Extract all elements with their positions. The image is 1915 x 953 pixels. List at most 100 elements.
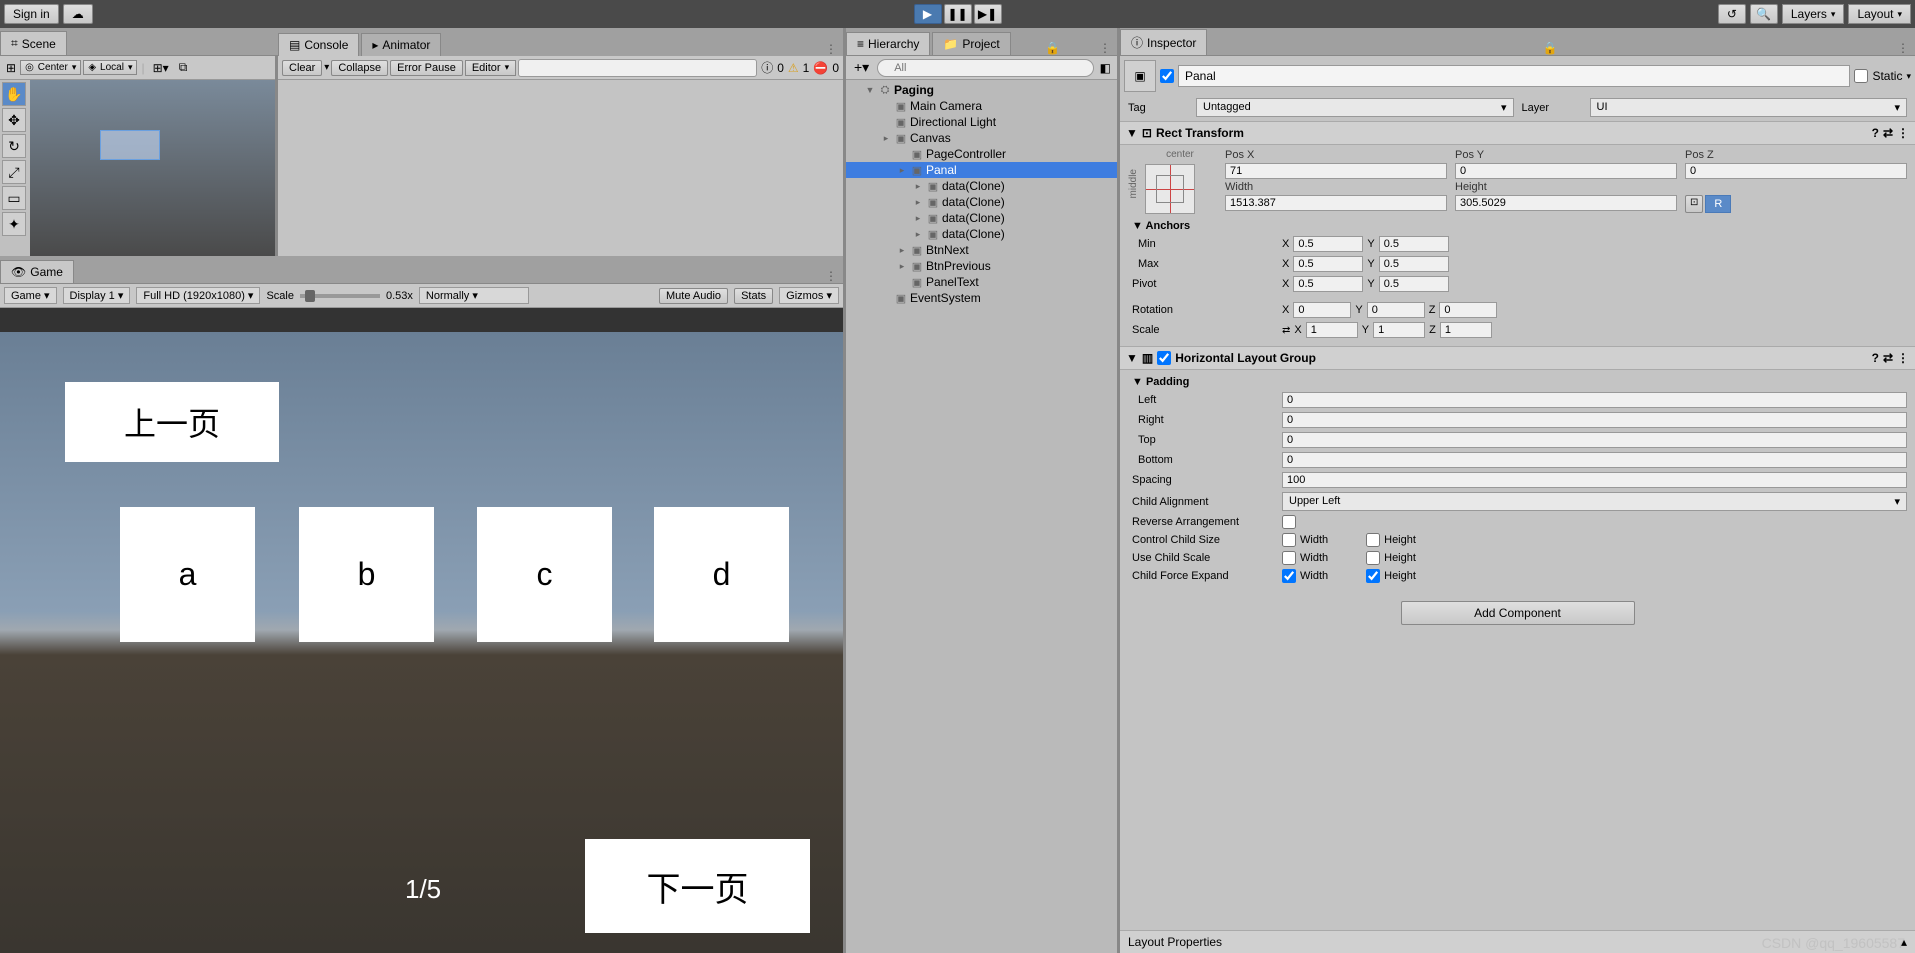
layout-dropdown[interactable]: Layout [1848,4,1911,24]
console-collapse-button[interactable]: Collapse [331,60,388,76]
preset-icon[interactable]: ⇄ [1883,126,1893,140]
usescale-width-checkbox[interactable] [1282,551,1296,565]
pause-button[interactable]: ❚❚ [944,4,972,24]
hierarchy-item[interactable]: ▣Main Camera [846,98,1117,114]
rotate-tool[interactable]: ↻ [2,134,26,158]
constrain-scale-icon[interactable]: ⇄ [1282,325,1290,336]
component-foldout-icon[interactable]: ▼ [1126,351,1138,365]
undo-history-button[interactable]: ↺ [1718,4,1746,24]
game-panel-menu[interactable]: ⋮ [819,269,843,283]
snap-icon[interactable]: ⧉ [175,60,192,75]
padding-left[interactable] [1282,392,1907,408]
hierarchy-item[interactable]: ▸▣BtnPrevious [846,258,1117,274]
component-foldout-icon[interactable]: ▼ [1126,126,1138,140]
anchor-preset-button[interactable] [1145,164,1195,214]
tab-inspector[interactable]: ⓘInspector [1120,29,1207,55]
hierarchy-panel-menu[interactable]: ⋮ [1093,41,1117,55]
ctrl-width-checkbox[interactable] [1282,533,1296,547]
console-editor-dropdown[interactable]: Editor [465,60,516,76]
hand-tool[interactable]: ✋ [2,82,26,106]
ctrl-height-checkbox[interactable] [1366,533,1380,547]
display-dropdown[interactable]: Display 1 ▾ [63,287,131,304]
draw-mode-icon[interactable]: ⊞ [4,61,18,75]
raw-edit-button[interactable]: R [1705,195,1731,213]
hierarchy-item[interactable]: ▸▣data(Clone) [846,210,1117,226]
error-icon[interactable]: ⛔ [811,61,830,75]
game-dropdown[interactable]: Game ▾ [4,287,57,304]
child-alignment-dropdown[interactable]: Upper Left▾ [1282,492,1907,511]
mute-audio-button[interactable]: Mute Audio [659,288,728,304]
resolution-dropdown[interactable]: Full HD (1920x1080) ▾ [136,287,260,304]
console-errorpause-button[interactable]: Error Pause [390,60,463,76]
height-field[interactable] [1455,195,1677,211]
gameobject-active-checkbox[interactable] [1160,69,1174,83]
hierarchy-item[interactable]: ▸▣Canvas [846,130,1117,146]
pivot-rotation-dropdown[interactable]: ◈Local [83,60,137,75]
padding-bottom[interactable] [1282,452,1907,468]
posy-field[interactable] [1455,163,1677,179]
scene-root[interactable]: ▼⛭Paging [846,82,1117,98]
rot-z[interactable] [1439,302,1497,318]
help-icon[interactable]: ? [1872,351,1879,365]
rot-y[interactable] [1367,302,1425,318]
anchor-min-x[interactable] [1293,236,1363,252]
layer-dropdown[interactable]: UI ▾ [1590,98,1908,117]
cloud-button[interactable]: ☁ [63,4,93,24]
scale-slider[interactable] [300,294,380,298]
hierarchy-item[interactable]: ▸▣data(Clone) [846,178,1117,194]
console-search-input[interactable] [518,59,757,77]
focus-mode-dropdown[interactable]: Normally ▾ [419,287,529,304]
hierarchy-item[interactable]: ▣Directional Light [846,114,1117,130]
pivot-y[interactable] [1379,276,1449,292]
transform-tool[interactable]: ✦ [2,212,26,236]
hierarchy-filter-icon[interactable]: ◧ [1096,61,1115,75]
tab-game[interactable]: 👁Game [0,260,74,283]
hierarchy-item[interactable]: ▸▣Panal [846,162,1117,178]
posx-field[interactable] [1225,163,1447,179]
rot-x[interactable] [1293,302,1351,318]
tab-hierarchy[interactable]: ≡Hierarchy [846,32,930,55]
pivot-x[interactable] [1293,276,1363,292]
scale-x[interactable] [1306,322,1358,338]
step-button[interactable]: ▶❚ [974,4,1002,24]
hierarchy-item[interactable]: ▣EventSystem [846,290,1117,306]
hierarchy-item[interactable]: ▣PageController [846,146,1117,162]
scale-y[interactable] [1373,322,1425,338]
expand-height-checkbox[interactable] [1366,569,1380,583]
info-icon[interactable]: ⓘ [759,59,775,76]
padding-top[interactable] [1282,432,1907,448]
component-menu-icon[interactable]: ⋮ [1897,126,1909,140]
layers-dropdown[interactable]: Layers [1782,4,1845,24]
hierarchy-lock-icon[interactable]: 🔒 [1039,41,1066,55]
tab-scene[interactable]: ⌗Scene [0,31,67,55]
reverse-checkbox[interactable] [1282,515,1296,529]
pivot-mode-dropdown[interactable]: ◎Center [20,60,81,75]
posz-field[interactable] [1685,163,1907,179]
play-button[interactable]: ▶ [914,4,942,24]
blueprint-mode-button[interactable]: ⊡ [1685,195,1703,213]
next-page-button[interactable]: 下一页 [585,839,810,933]
inspector-panel-menu[interactable]: ⋮ [1891,41,1915,55]
width-field[interactable] [1225,195,1447,211]
hierarchy-search-input[interactable] [877,59,1093,77]
hierarchy-item[interactable]: ▸▣data(Clone) [846,226,1117,242]
anchor-max-x[interactable] [1293,256,1363,272]
preset-icon[interactable]: ⇄ [1883,351,1893,365]
layout-properties-bar[interactable]: Layout Properties ▴ [1120,930,1915,953]
inspector-lock-icon[interactable]: 🔒 [1537,41,1564,55]
tab-animator[interactable]: ▸Animator [361,33,441,56]
help-icon[interactable]: ? [1872,126,1879,140]
gizmos-dropdown[interactable]: Gizmos ▾ [779,287,839,304]
expand-width-checkbox[interactable] [1282,569,1296,583]
tab-project[interactable]: 📁Project [932,32,1010,55]
search-button[interactable]: 🔍 [1750,4,1778,24]
hierarchy-item[interactable]: ▸▣data(Clone) [846,194,1117,210]
grid-snap-icon[interactable]: ⊞▾ [149,61,173,75]
padding-right[interactable] [1282,412,1907,428]
signin-button[interactable]: Sign in [4,4,59,24]
anchor-max-y[interactable] [1379,256,1449,272]
warn-icon[interactable]: ⚠ [786,61,801,75]
stats-button[interactable]: Stats [734,288,773,304]
scale-tool[interactable]: ⤢ [2,160,26,184]
hierarchy-item[interactable]: ▸▣BtnNext [846,242,1117,258]
